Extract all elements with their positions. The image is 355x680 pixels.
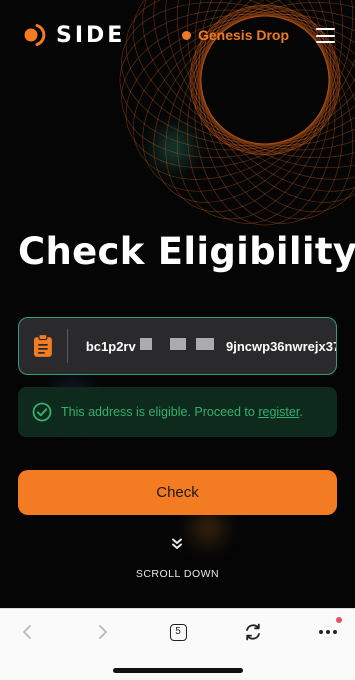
scroll-down-label[interactable]: SCROLL DOWN xyxy=(0,568,355,580)
logo-wordmark: SIDE xyxy=(56,22,126,48)
redaction-block xyxy=(170,338,186,350)
genesis-drop-label: Genesis Drop xyxy=(198,27,290,43)
tabs-icon[interactable]: 5 xyxy=(165,619,191,645)
app-screen: SIDE Genesis Drop Check Eligibility This… xyxy=(0,0,355,608)
side-logo[interactable]: SIDE xyxy=(22,22,125,48)
page-title: Check Eligibility xyxy=(18,230,355,273)
more-icon[interactable] xyxy=(315,619,341,645)
side-logo-mark-icon xyxy=(24,24,46,46)
forward-arrow-icon[interactable] xyxy=(90,619,116,645)
hamburger-menu-icon[interactable] xyxy=(316,28,335,43)
clipboard-paste-icon[interactable] xyxy=(33,334,53,358)
redaction-block xyxy=(196,338,214,350)
blurred-light-orb xyxy=(148,122,200,174)
eligibility-notice: This address is eligible. Proceed to reg… xyxy=(18,387,337,437)
tab-count: 5 xyxy=(169,623,187,641)
check-button[interactable]: Check xyxy=(18,470,337,515)
input-divider xyxy=(66,329,68,363)
check-circle-icon xyxy=(32,402,52,422)
reload-icon[interactable] xyxy=(240,619,266,645)
home-indicator[interactable] xyxy=(113,668,243,673)
register-link[interactable]: register xyxy=(258,405,299,419)
notice-message: This address is eligible. Proceed to xyxy=(61,405,259,419)
notice-suffix: . xyxy=(299,405,303,419)
notification-dot xyxy=(336,617,342,623)
top-header: SIDE Genesis Drop xyxy=(0,18,355,54)
status-dot-icon xyxy=(182,30,191,40)
double-chevron-down-icon[interactable] xyxy=(171,538,183,550)
redaction-block xyxy=(140,338,152,350)
genesis-drop-link[interactable]: Genesis Drop xyxy=(182,27,289,43)
back-arrow-icon[interactable] xyxy=(14,619,40,645)
notice-text: This address is eligible. Proceed to reg… xyxy=(61,405,303,419)
